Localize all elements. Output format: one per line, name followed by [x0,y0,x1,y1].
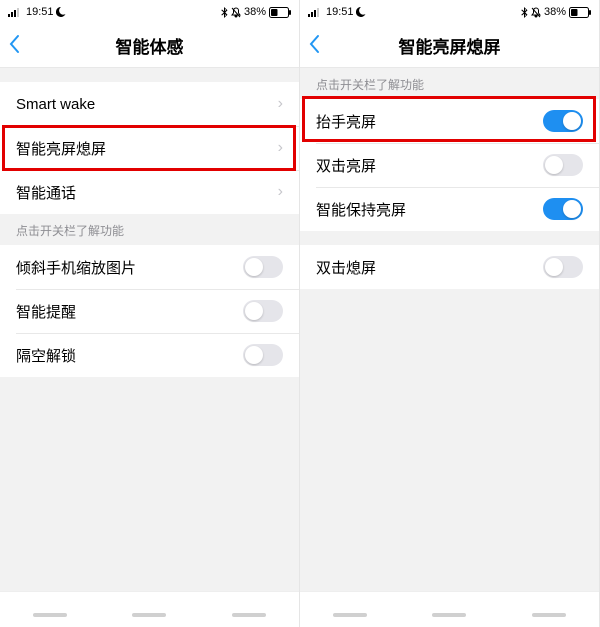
signal-icon [308,7,320,17]
status-time: 19:51 [326,6,354,18]
chevron-right-icon: › [278,95,283,113]
status-time: 19:51 [26,6,54,18]
silent-icon [531,7,541,18]
toggle[interactable] [243,256,283,278]
chevron-right-icon: › [278,183,283,201]
row-label: 双击亮屏 [316,155,376,176]
row-label: 倾斜手机缩放图片 [16,257,136,278]
nav-back[interactable] [333,613,367,617]
nav-bar [0,591,299,627]
row-label: 智能提醒 [16,301,76,322]
row-smart-remind[interactable]: 智能提醒 [0,289,299,333]
row-label: 智能保持亮屏 [316,199,406,220]
row-air-unlock[interactable]: 隔空解锁 [0,333,299,377]
header: 智能亮屏熄屏 [300,24,599,68]
moon-icon [356,7,366,17]
nav-home[interactable] [432,613,466,617]
row-label: 隔空解锁 [16,345,76,366]
row-smart-keep-on[interactable]: 智能保持亮屏 [300,187,599,231]
content: 点击开关栏了解功能 抬手亮屏 双击亮屏 智能保持亮屏 双击熄屏 [300,68,599,591]
phone-left: 19:51 38% 智能体感 Smart wake › 智能亮屏熄屏 › 智能通… [0,0,300,627]
header: 智能体感 [0,24,299,68]
battery-icon [269,7,291,18]
row-raise-to-wake[interactable]: 抬手亮屏 [300,99,599,143]
toggle[interactable] [543,198,583,220]
battery-percent: 38% [244,6,266,18]
silent-icon [231,7,241,18]
row-smart-screen[interactable]: 智能亮屏熄屏 › [0,126,299,170]
nav-recent[interactable] [532,613,566,617]
battery-percent: 38% [544,6,566,18]
back-button[interactable] [308,34,320,58]
row-smart-call[interactable]: 智能通话 › [0,170,299,214]
row-label: 双击熄屏 [316,257,376,278]
nav-home[interactable] [132,613,166,617]
row-double-tap-wake[interactable]: 双击亮屏 [300,143,599,187]
toggle[interactable] [543,154,583,176]
page-title: 智能体感 [116,33,184,58]
bluetooth-icon [221,7,228,18]
row-label: Smart wake [16,96,95,113]
back-button[interactable] [8,34,20,58]
nav-back[interactable] [33,613,67,617]
row-tilt-zoom[interactable]: 倾斜手机缩放图片 [0,245,299,289]
toggle[interactable] [243,300,283,322]
toggle[interactable] [543,256,583,278]
status-bar: 19:51 38% [0,0,299,24]
moon-icon [56,7,66,17]
row-double-tap-sleep[interactable]: 双击熄屏 [300,245,599,289]
battery-icon [569,7,591,18]
section-hint: 点击开关栏了解功能 [0,214,299,245]
phone-right: 19:51 38% 智能亮屏熄屏 点击开关栏了解功能 抬手亮屏 双击亮屏 智能保… [300,0,600,627]
status-bar: 19:51 38% [300,0,599,24]
signal-icon [8,7,20,17]
nav-recent[interactable] [232,613,266,617]
row-label: 智能通话 [16,182,76,203]
toggle[interactable] [543,110,583,132]
section-hint: 点击开关栏了解功能 [300,68,599,99]
nav-bar [300,591,599,627]
row-label: 抬手亮屏 [316,111,376,132]
chevron-right-icon: › [278,139,283,157]
page-title: 智能亮屏熄屏 [399,33,501,58]
row-smart-wake[interactable]: Smart wake › [0,82,299,126]
toggle[interactable] [243,344,283,366]
bluetooth-icon [521,7,528,18]
row-label: 智能亮屏熄屏 [16,138,106,159]
content: Smart wake › 智能亮屏熄屏 › 智能通话 › 点击开关栏了解功能 倾… [0,68,299,591]
